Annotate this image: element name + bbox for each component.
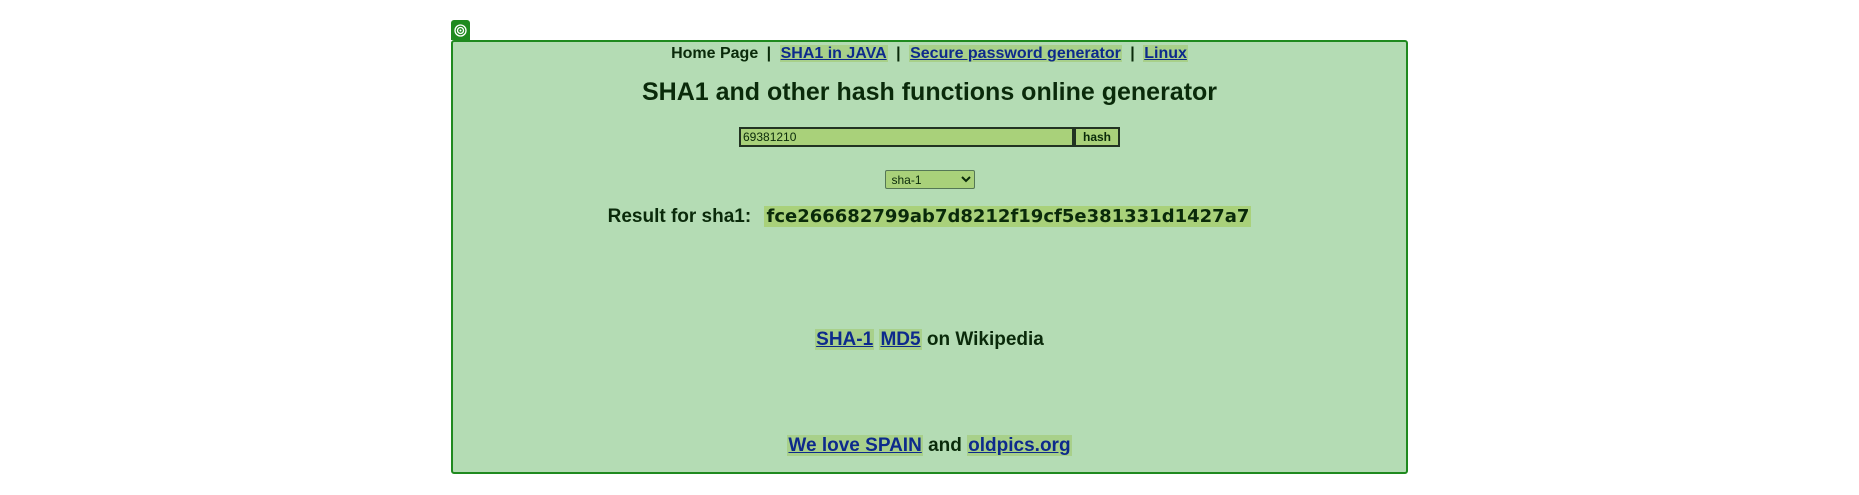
hash-form: hash bbox=[453, 127, 1406, 147]
wikipedia-links: SHA-1 MD5 on Wikipedia bbox=[453, 329, 1406, 351]
page-title: SHA1 and other hash functions online gen… bbox=[641, 78, 1218, 106]
hash-button[interactable]: hash bbox=[1074, 127, 1120, 147]
algorithm-select[interactable]: sha-1 bbox=[884, 170, 975, 189]
result-line: Result for sha1: fce266682799ab7d8212f19… bbox=[453, 206, 1406, 228]
nav-separator: | bbox=[766, 45, 772, 62]
footer-conj: and bbox=[928, 435, 962, 456]
nav-separator: | bbox=[896, 45, 901, 62]
sha1-wiki-link[interactable]: SHA-1 bbox=[815, 329, 875, 350]
algorithm-row: sha-1 bbox=[453, 170, 1406, 189]
footer-links: We love SPAIN and oldpics.org bbox=[453, 435, 1406, 457]
nav-separator: | bbox=[1130, 45, 1135, 62]
wiki-suffix: on Wikipedia bbox=[926, 329, 1044, 350]
spain-link[interactable]: We love SPAIN bbox=[787, 435, 923, 456]
nav-link-linux[interactable]: Linux bbox=[1143, 45, 1188, 62]
md5-wiki-link[interactable]: MD5 bbox=[879, 329, 922, 350]
hash-input[interactable] bbox=[739, 127, 1074, 147]
nav-link-sha1-java[interactable]: SHA1 in JAVA bbox=[779, 45, 888, 62]
main-panel: Home Page | SHA1 in JAVA | Secure passwo… bbox=[451, 40, 1408, 474]
result-hash: fce266682799ab7d8212f19cf5e381331d1427a7 bbox=[764, 206, 1252, 227]
top-nav: Home Page | SHA1 in JAVA | Secure passwo… bbox=[453, 45, 1406, 63]
result-label: Result for sha1: bbox=[607, 206, 752, 227]
oldpics-link[interactable]: oldpics.org bbox=[967, 435, 1072, 456]
nav-home: Home Page bbox=[671, 45, 759, 62]
target-icon bbox=[451, 20, 470, 40]
nav-link-password-generator[interactable]: Secure password generator bbox=[909, 45, 1122, 62]
